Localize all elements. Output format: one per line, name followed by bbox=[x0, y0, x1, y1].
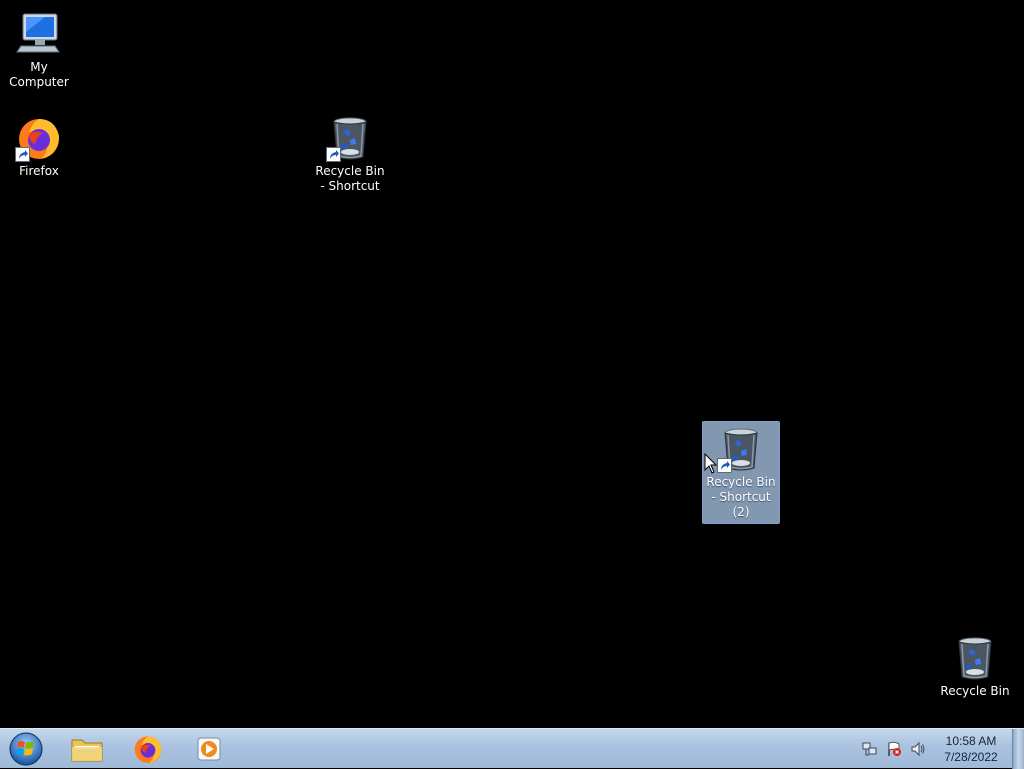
recycle-bin-icon bbox=[717, 425, 765, 473]
desktop-icon-recycle-bin-shortcut[interactable]: Recycle Bin - Shortcut bbox=[311, 110, 389, 198]
clock-date: 7/28/2022 bbox=[944, 750, 998, 764]
desktop-icon-label: Firefox bbox=[19, 164, 59, 178]
computer-icon bbox=[15, 10, 63, 58]
system-tray: 10:58 AM 7/28/2022 bbox=[858, 729, 1024, 769]
shortcut-arrow-icon bbox=[326, 147, 341, 162]
action-center-flag-icon[interactable] bbox=[885, 740, 903, 758]
start-button[interactable] bbox=[6, 730, 46, 768]
volume-icon[interactable] bbox=[909, 740, 927, 758]
taskbar-firefox-button[interactable] bbox=[121, 731, 175, 767]
recycle-bin-icon bbox=[326, 114, 374, 162]
taskbar-explorer-button[interactable] bbox=[60, 731, 114, 767]
desktop-icon-my-computer[interactable]: My Computer bbox=[0, 6, 78, 94]
taskbar: 10:58 AM 7/28/2022 bbox=[0, 728, 1024, 769]
clock-time: 10:58 AM bbox=[945, 734, 997, 748]
media-player-icon bbox=[197, 737, 221, 761]
folder-icon bbox=[71, 739, 103, 762]
windows-start-orb-icon bbox=[9, 732, 43, 766]
clock[interactable]: 10:58 AM 7/28/2022 bbox=[936, 733, 1006, 765]
desktop-icon-label: My Computer bbox=[9, 60, 69, 89]
desktop-icon-recycle-bin[interactable]: Recycle Bin bbox=[936, 630, 1014, 703]
desktop[interactable]: My Computer Firefox Recycle Bin - Shortc… bbox=[0, 0, 1024, 728]
desktop-icon-recycle-bin-shortcut-2[interactable]: Recycle Bin - Shortcut (2) bbox=[702, 421, 780, 524]
taskbar-media-player-button[interactable] bbox=[182, 731, 236, 767]
desktop-icon-label: Recycle Bin - Shortcut bbox=[315, 164, 385, 193]
firefox-icon bbox=[15, 114, 63, 162]
shortcut-arrow-icon bbox=[15, 147, 30, 162]
firefox-icon bbox=[132, 733, 164, 765]
desktop-icon-label: Recycle Bin - Shortcut (2) bbox=[706, 475, 776, 519]
desktop-icon-firefox[interactable]: Firefox bbox=[0, 110, 78, 183]
recycle-bin-icon bbox=[951, 634, 999, 682]
shortcut-arrow-icon bbox=[717, 458, 732, 473]
network-icon[interactable] bbox=[861, 740, 879, 758]
show-desktop-button[interactable] bbox=[1012, 729, 1024, 769]
desktop-icon-label: Recycle Bin bbox=[940, 684, 1010, 698]
